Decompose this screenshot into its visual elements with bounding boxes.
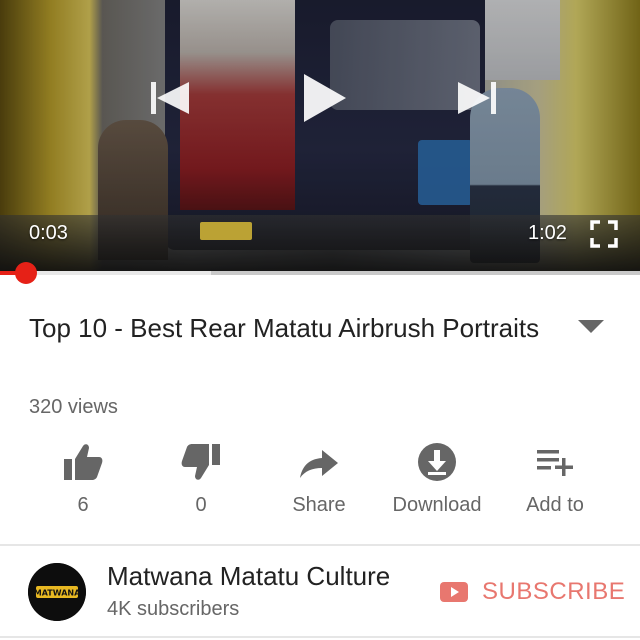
- expand-description-button[interactable]: [578, 318, 604, 334]
- add-to-button[interactable]: Add to: [496, 440, 614, 525]
- download-button[interactable]: Download: [378, 440, 496, 525]
- dislike-count: 0: [195, 494, 207, 516]
- like-count: 6: [77, 494, 89, 516]
- channel-logo: MATWANA: [28, 563, 86, 621]
- total-duration: 1:02: [528, 222, 567, 244]
- youtube-play-icon: [440, 582, 468, 602]
- skip-next-icon: [458, 82, 496, 114]
- channel-avatar[interactable]: MATWANA: [28, 563, 86, 621]
- subscribe-button[interactable]: SUBSCRIBE: [440, 572, 625, 612]
- playlist-add-icon: [533, 440, 577, 484]
- play-button[interactable]: [290, 66, 354, 130]
- progress-bar[interactable]: [0, 262, 640, 284]
- chevron-down-icon: [578, 320, 604, 333]
- share-button[interactable]: Share: [260, 440, 378, 525]
- video-player[interactable]: 0:03 1:02: [0, 0, 640, 272]
- fullscreen-icon: [590, 220, 618, 248]
- section-divider: [0, 544, 640, 546]
- previous-button[interactable]: [143, 70, 199, 126]
- download-icon: [415, 440, 459, 484]
- dislike-button[interactable]: 0: [142, 440, 260, 525]
- progress-scrubber[interactable]: [14, 262, 37, 284]
- share-label: Share: [292, 494, 346, 516]
- view-count: 320 views: [29, 396, 118, 418]
- channel-name[interactable]: Matwana Matatu Culture: [107, 561, 390, 592]
- fullscreen-button[interactable]: [588, 218, 620, 250]
- action-row: 6 0 Share Download Add to: [24, 440, 620, 525]
- thumbs-down-icon: [179, 440, 223, 484]
- subscribe-label: SUBSCRIBE: [482, 578, 626, 605]
- current-time: 0:03: [29, 222, 68, 244]
- download-label: Download: [392, 494, 482, 516]
- video-title: Top 10 - Best Rear Matatu Airbrush Portr…: [29, 313, 540, 343]
- like-button[interactable]: 6: [24, 440, 142, 525]
- next-button[interactable]: [448, 70, 504, 126]
- svg-text:MATWANA: MATWANA: [34, 589, 81, 598]
- add-to-label: Add to: [526, 494, 584, 516]
- subscriber-count: 4K subscribers: [107, 598, 240, 620]
- skip-previous-icon: [151, 82, 189, 114]
- bottom-divider: [0, 636, 640, 638]
- thumbs-up-icon: [61, 440, 105, 484]
- share-icon: [297, 440, 341, 484]
- play-icon: [304, 74, 346, 122]
